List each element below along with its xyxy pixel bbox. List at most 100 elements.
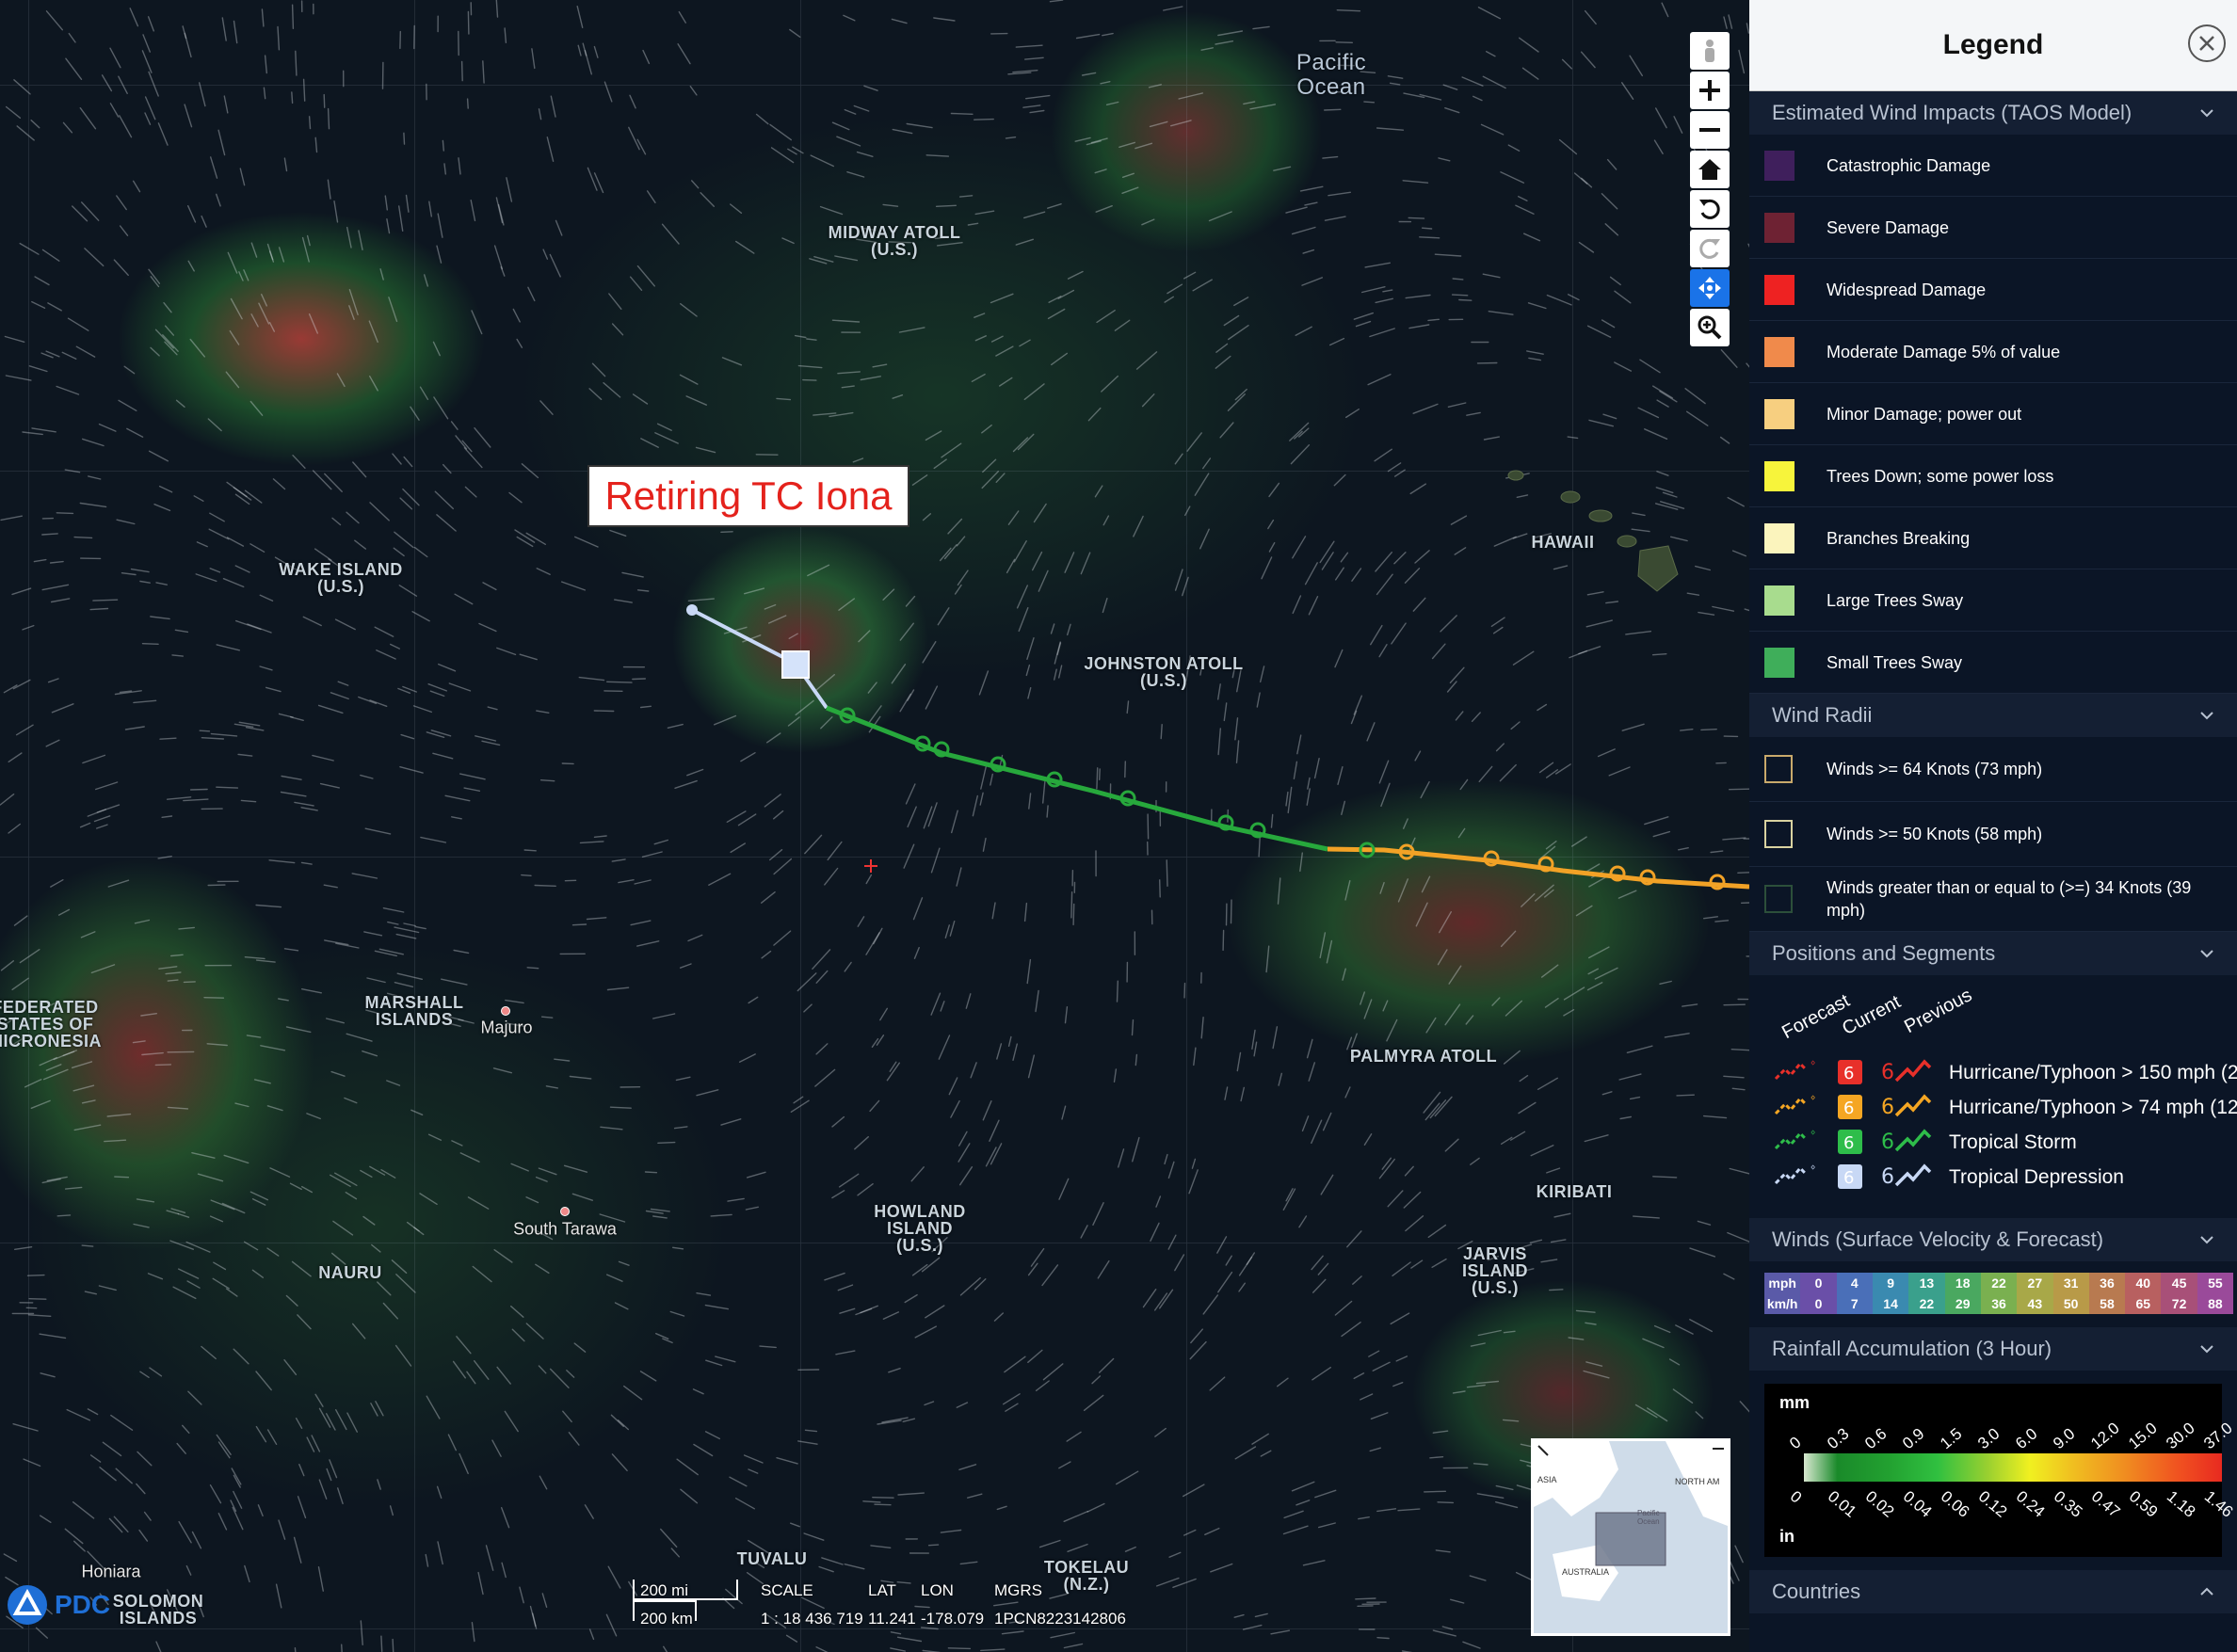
wind-kmh-cell: 22 [1908,1293,1945,1314]
section-wind-radii[interactable]: Wind Radii [1749,694,2237,737]
mph-label: mph [1764,1273,1801,1293]
section-winds[interactable]: Winds (Surface Velocity & Forecast) [1749,1218,2237,1261]
section-radii-title: Wind Radii [1772,703,1873,727]
taos-item-label: Minor Damage; power out [1827,404,2022,424]
legend-title: Legend [1942,29,2044,60]
city-marker-majuro[interactable] [501,1006,510,1016]
close-legend-button[interactable] [2188,24,2226,62]
minimap-north-am: NORTH AM [1675,1477,1720,1486]
chevron-down-icon [2200,950,2213,958]
section-countries[interactable]: Countries [1749,1570,2237,1613]
color-swatch [1764,274,1794,305]
wind-kmh-cell: 65 [2125,1293,2162,1314]
map-label-midway: MIDWAY ATOLL (U.S.) [828,223,961,259]
rain-mm-tick: 0.6 [1861,1424,1891,1453]
section-taos[interactable]: Estimated Wind Impacts (TAOS Model) [1749,91,2237,135]
rain-mm-tick: 15.0 [2125,1419,2161,1453]
wind-mph-cell: 31 [2052,1273,2089,1293]
wind-kmh-cell: 7 [1836,1293,1873,1314]
map-label-tokelau: TOKELAU (N.Z.) [1043,1558,1130,1594]
taos-item-label: Severe Damage [1827,217,1950,237]
pdc-logo-icon [8,1585,47,1625]
kmh-label: km/h [1764,1293,1801,1314]
plus-icon [1699,80,1720,101]
color-swatch [1764,460,1794,491]
wind-mph-cell: 4 [1836,1273,1873,1293]
taos-item: Catastrophic Damage [1749,135,2237,197]
home-button[interactable] [1690,151,1730,188]
taos-item: Severe Damage [1749,197,2237,259]
wind-kmh-cell: 14 [1872,1293,1909,1314]
rain-in-tick: 0.59 [2125,1487,2162,1521]
color-swatch [1764,522,1794,553]
svg-text:6: 6 [1881,1096,1894,1119]
wind-mph-cell: 0 [1800,1273,1837,1293]
rotate-right-button[interactable] [1690,230,1730,267]
zoom-box-button[interactable] [1690,309,1730,346]
wind-mph-cell: 45 [2161,1273,2197,1293]
zoom-out-button[interactable] [1690,111,1730,149]
city-marker-south-tarawa[interactable] [560,1207,570,1216]
rain-gradient-bar [1804,1453,2222,1482]
track-symbols-icon: ۫ 6 6 [1774,1129,1932,1154]
rain-in-tick: 0.02 [1861,1487,1898,1521]
svg-text:۫: ۫ [1811,1095,1815,1099]
section-rainfall[interactable]: Rainfall Accumulation (3 Hour) [1749,1327,2237,1371]
color-swatch [1764,212,1794,243]
taos-item-label: Large Trees Sway [1827,590,1964,610]
pan-button[interactable] [1690,269,1730,307]
wind-kmh-cell: 0 [1800,1293,1837,1314]
radii-item-label: Winds greater than or equal to (>=) 34 K… [1827,878,2192,920]
legend-header: Legend [1749,0,2237,91]
rain-mm-tick: 37.0 [2200,1419,2236,1453]
city-label-majuro: Majuro [480,1018,533,1037]
map-label-palmyra: PALMYRA ATOLL [1349,1047,1498,1066]
city-label-south-tarawa: South Tarawa [513,1219,617,1239]
chevron-down-icon [2200,1236,2213,1244]
taos-item-label: Small Trees Sway [1827,652,1963,672]
taos-list: Catastrophic Damage Severe Damage Widespre… [1749,135,2237,694]
svg-text:6: 6 [1843,1133,1854,1153]
svg-text:۫: ۫ [1811,1130,1815,1134]
outline-swatch [1764,820,1793,848]
rain-mm-tick: 0.9 [1899,1424,1928,1453]
rain-in-tick: 0 [1786,1487,1806,1507]
radii-item: Winds >= 50 Knots (58 mph) [1749,802,2237,867]
rain-mm-tick: 1.5 [1937,1424,1966,1453]
rotate-left-button[interactable] [1690,190,1730,228]
wind-kmh-cell: 72 [2161,1293,2197,1314]
rain-in-tick: 0.12 [1974,1487,2011,1521]
position-row-label: Tropical Storm [1949,1131,2077,1153]
ocean-label-pacific: Pacific Ocean [1296,50,1367,100]
svg-text:۫: ۫ [1811,1164,1815,1169]
section-rain-title: Rainfall Accumulation (3 Hour) [1772,1337,2052,1360]
wind-mph-cell: 36 [2088,1273,2126,1293]
rain-in-tick: 0.24 [2012,1487,2049,1521]
lon-value: -178.079 [921,1610,985,1628]
map-label-nauru: NAURU [318,1263,382,1282]
svg-text:6: 6 [1881,1165,1894,1189]
overview-minimap[interactable]: ASIA NORTH AM AUSTRALIA Pacific Ocean [1531,1438,1730,1636]
pdc-logo-text: PDC [55,1590,111,1619]
svg-text:۫: ۫ [1811,1060,1815,1065]
wind-mph-cell: 55 [2197,1273,2234,1293]
scale-mi: 200 mi [640,1581,689,1599]
street-view-button[interactable] [1690,32,1730,70]
person-icon [1705,40,1714,62]
rain-mm-tick: 9.0 [2050,1424,2079,1453]
wind-mph-cell: 27 [2017,1273,2053,1293]
col-current: Current [1839,991,1905,1040]
magnifier-plus-icon [1698,315,1722,340]
zoom-in-button[interactable] [1690,72,1730,109]
taos-item: Branches Breaking [1749,507,2237,569]
chevron-up-icon [2200,1587,2213,1596]
taos-item-label: Widespread Damage [1827,280,1987,299]
wind-mph-cell: 22 [1980,1273,2018,1293]
taos-item-label: Catastrophic Damage [1827,155,1991,175]
legend-panel: Legend Estimated Wind Impacts (TAOS Mode… [1749,0,2237,1652]
map-view[interactable]: MIDWAY ATOLL (U.S.) WAKE ISLAND (U.S.) JOH… [0,0,1749,1652]
chevron-down-icon [2200,109,2213,118]
rain-mm-label: mm [1779,1393,1811,1412]
section-positions[interactable]: Positions and Segments [1749,932,2237,975]
section-taos-title: Estimated Wind Impacts (TAOS Model) [1772,101,2132,124]
